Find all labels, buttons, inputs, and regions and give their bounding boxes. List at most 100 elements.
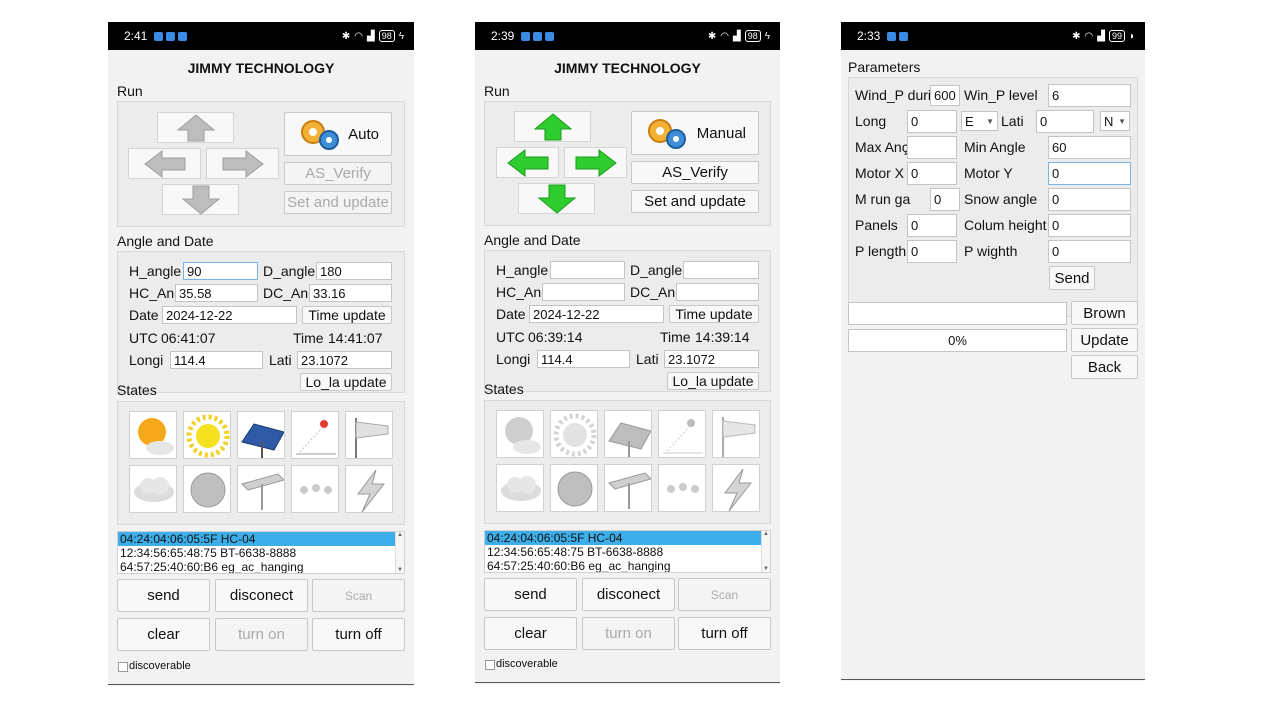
motor-y-input[interactable]: 0 (1048, 162, 1131, 185)
device-list-item[interactable]: 04:24:04:06:05:5F HC-04 (118, 532, 404, 546)
device-list[interactable]: 04:24:04:06:05:5F HC-04 12:34:56:65:48:7… (484, 530, 771, 573)
hc-an-input[interactable] (542, 283, 625, 301)
disconnect-button[interactable]: disconect (215, 579, 308, 612)
right-arrow-button[interactable] (564, 147, 627, 178)
set-and-update-button[interactable]: Set and update (631, 190, 759, 213)
date-input[interactable]: 2024-12-22 (162, 306, 297, 324)
down-arrow-icon (181, 185, 220, 215)
time-value: 14:41:07 (328, 330, 383, 346)
as-verify-button[interactable]: AS_Verify (284, 162, 392, 185)
sun-icon (550, 410, 598, 458)
discoverable-label: discoverable (496, 658, 558, 670)
windsock-icon (345, 411, 393, 459)
turn-on-button[interactable]: turn on (215, 618, 308, 651)
p-length-label: P length (855, 243, 907, 259)
lati-input[interactable]: 23.1072 (297, 351, 392, 369)
device-list-scrollbar[interactable]: ▲ ▼ (761, 531, 770, 572)
sun-icon (183, 411, 231, 459)
utc-value: 06:39:14 (528, 329, 583, 345)
colum-height-input[interactable]: 0 (1048, 214, 1131, 237)
m-run-gap-input[interactable]: 0 (930, 188, 960, 211)
scan-button[interactable]: Scan (678, 578, 771, 611)
longi-input[interactable]: 114.4 (537, 350, 630, 368)
send-button[interactable]: send (484, 578, 577, 611)
m-run-gap-label: M run ga (855, 191, 911, 207)
d-angle-input[interactable]: 180 (316, 262, 392, 280)
panels-input[interactable]: 0 (907, 214, 957, 237)
snow-angle-input[interactable]: 0 (1048, 188, 1131, 211)
win-p-level-input[interactable]: 6 (1048, 84, 1131, 107)
max-angle-input[interactable] (907, 136, 957, 159)
up-arrow-button[interactable] (514, 111, 591, 142)
disconnect-button[interactable]: disconect (582, 578, 675, 611)
set-and-update-button[interactable]: Set and update (284, 191, 392, 214)
time-value: 14:39:14 (695, 329, 750, 345)
people-icon (658, 464, 706, 512)
device-list-scrollbar[interactable]: ▲ ▼ (395, 532, 404, 573)
min-angle-input[interactable]: 60 (1048, 136, 1131, 159)
down-arrow-button[interactable] (162, 184, 239, 215)
long-direction-dropdown[interactable]: E ▼ (961, 111, 998, 131)
send-button[interactable]: send (117, 579, 210, 612)
device-list[interactable]: 04:24:04:06:05:5F HC-04 12:34:56:65:48:7… (117, 531, 405, 574)
people-icon (291, 465, 339, 513)
h-angle-input[interactable]: 90 (183, 262, 258, 280)
scan-button[interactable]: Scan (312, 579, 405, 612)
turn-off-button[interactable]: turn off (312, 618, 405, 651)
time-update-button[interactable]: Time update (669, 305, 759, 323)
dc-an-input[interactable] (676, 283, 759, 301)
discoverable-checkbox[interactable] (485, 660, 495, 670)
right-arrow-button[interactable] (206, 148, 279, 179)
lo-la-update-button[interactable]: Lo_la update (667, 372, 759, 390)
device-list-item[interactable]: 04:24:04:06:05:5F HC-04 (485, 531, 770, 545)
down-arrow-button[interactable] (518, 183, 595, 214)
mode-toggle-button[interactable]: Auto (284, 112, 392, 156)
back-button[interactable]: Back (1071, 355, 1138, 379)
left-arrow-button[interactable] (128, 148, 201, 179)
notification-icon (899, 31, 909, 41)
motor-x-input[interactable]: 0 (907, 162, 957, 185)
device-list-item[interactable]: 64:57:25:40:60:B6 eg_ac_hanging (118, 560, 404, 573)
dc-an-input[interactable]: 33.16 (309, 284, 392, 302)
firmware-file-input[interactable] (848, 302, 1067, 325)
moon-icon (183, 465, 231, 513)
lati-label: Lati (1001, 113, 1024, 129)
date-input[interactable]: 2024-12-22 (529, 305, 664, 323)
up-arrow-button[interactable] (157, 112, 234, 143)
lo-la-update-button[interactable]: Lo_la update (300, 373, 392, 391)
send-parameters-button[interactable]: Send (1049, 266, 1095, 290)
d-angle-input[interactable] (683, 261, 759, 279)
turn-off-button[interactable]: turn off (678, 617, 771, 650)
clear-button[interactable]: clear (117, 618, 210, 651)
turn-on-button[interactable]: turn on (582, 617, 675, 650)
mode-toggle-button[interactable]: Manual (631, 111, 759, 155)
left-arrow-button[interactable] (496, 147, 559, 178)
lati-input[interactable]: 23.1072 (664, 350, 759, 368)
device-list-item[interactable]: 12:34:56:65:48:75 BT-6638-8888 (118, 546, 404, 560)
update-button[interactable]: Update (1071, 328, 1138, 352)
browse-button[interactable]: Brown (1071, 301, 1138, 325)
long-input[interactable]: 0 (907, 110, 957, 133)
device-list-item[interactable]: 64:57:25:40:60:B6 eg_ac_hanging (485, 559, 770, 572)
device-list-item[interactable]: 12:34:56:65:48:75 BT-6638-8888 (485, 545, 770, 559)
lati-input[interactable]: 0 (1036, 110, 1094, 133)
left-arrow-icon (143, 149, 185, 178)
clear-button[interactable]: clear (484, 617, 577, 650)
p-wighth-input[interactable]: 0 (1048, 240, 1131, 263)
h-angle-input[interactable] (550, 261, 625, 279)
wind-p-duration-input[interactable]: 600 (930, 85, 960, 106)
as-verify-button[interactable]: AS_Verify (631, 161, 759, 184)
longi-label: Longi (129, 352, 164, 368)
panels-label: Panels (855, 217, 898, 233)
notification-icon (154, 31, 164, 41)
time-update-button[interactable]: Time update (302, 306, 392, 324)
discoverable-checkbox[interactable] (118, 662, 128, 672)
longi-input[interactable]: 114.4 (170, 351, 263, 369)
hc-an-input[interactable]: 35.58 (175, 284, 258, 302)
scroll-down-icon: ▼ (397, 567, 403, 573)
lightning-icon (712, 464, 760, 512)
lati-direction-dropdown[interactable]: N ▼ (1100, 111, 1130, 131)
app-title: JIMMY TECHNOLOGY (187, 60, 335, 76)
p-length-input[interactable]: 0 (907, 240, 957, 263)
notification-icon (887, 31, 897, 41)
